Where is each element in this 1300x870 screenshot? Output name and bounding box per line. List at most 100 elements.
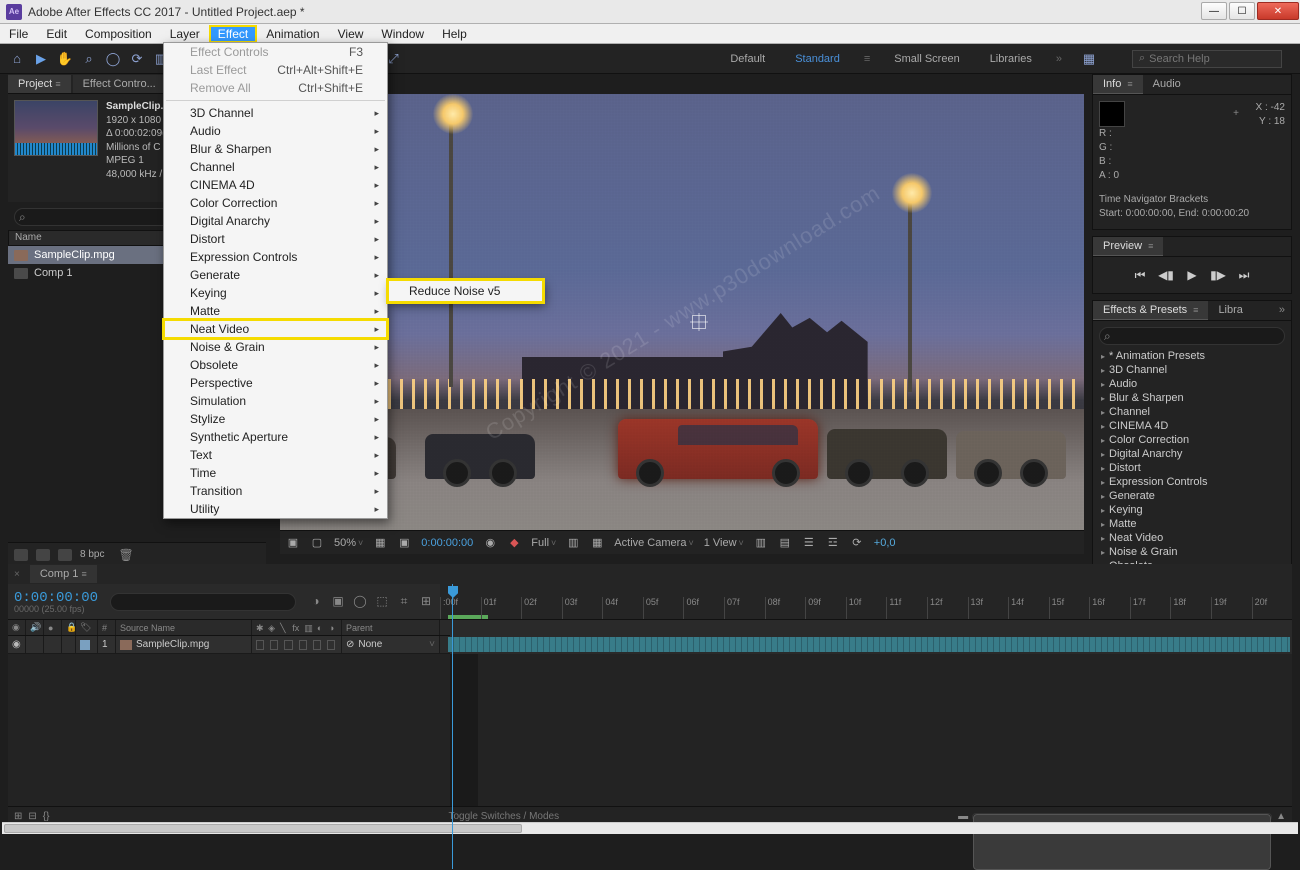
timeline-zoom-slider[interactable] — [972, 813, 1272, 821]
col-parent[interactable]: Parent — [342, 620, 440, 635]
effect-menu-channel[interactable]: Channel — [164, 158, 387, 176]
tab-info[interactable]: Info≡ — [1093, 75, 1143, 94]
clip-thumbnail[interactable] — [14, 100, 98, 156]
fast-preview-icon[interactable]: ▤ — [778, 536, 792, 550]
toggle-switches-label[interactable]: Toggle Switches / Modes — [49, 811, 958, 822]
channel-icon[interactable]: ◆ — [507, 536, 521, 550]
tab-libraries[interactable]: Libra — [1208, 301, 1252, 320]
zoom-dropdown[interactable]: 50% — [334, 537, 363, 549]
effect-menu-last-effect[interactable]: Last EffectCtrl+Alt+Shift+E — [164, 61, 387, 79]
effect-menu-cinema-4d[interactable]: CINEMA 4D — [164, 176, 387, 194]
timeline-close-tab[interactable]: × — [8, 566, 26, 583]
effect-menu-remove-all[interactable]: Remove AllCtrl+Shift+E — [164, 79, 387, 97]
rotate-tool-icon[interactable]: ⟳ — [128, 50, 146, 68]
effect-menu-effect-controls[interactable]: Effect ControlsF3 — [164, 43, 387, 61]
effects-category-cinema-4d[interactable]: CINEMA 4D — [1093, 419, 1291, 433]
new-folder-icon[interactable] — [36, 549, 50, 561]
resolution-dropdown[interactable]: Full — [531, 537, 556, 549]
effects-category-channel[interactable]: Channel — [1093, 405, 1291, 419]
layer-switches[interactable] — [252, 636, 342, 653]
roi-icon[interactable]: ▣ — [397, 536, 411, 550]
effects-category-neat-video[interactable]: Neat Video — [1093, 531, 1291, 545]
effect-menu-matte[interactable]: Matte — [164, 302, 387, 320]
effect-menu-synthetic-aperture[interactable]: Synthetic Aperture — [164, 428, 387, 446]
effect-menu-obsolete[interactable]: Obsolete — [164, 356, 387, 374]
layer-name[interactable]: SampleClip.mpg — [116, 636, 252, 653]
workspace-small[interactable]: Small Screen — [888, 51, 965, 67]
layer-solo-toggle[interactable] — [44, 636, 62, 653]
hand-tool-icon[interactable]: ✋ — [56, 50, 74, 68]
effects-category-digital-anarchy[interactable]: Digital Anarchy — [1093, 447, 1291, 461]
effect-menu-transition[interactable]: Transition — [164, 482, 387, 500]
tab-audio[interactable]: Audio — [1143, 75, 1191, 94]
effect-menu-simulation[interactable]: Simulation — [164, 392, 387, 410]
close-button[interactable]: ✕ — [1257, 2, 1299, 20]
menu-animation[interactable]: Animation — [257, 25, 328, 43]
effects-category-distort[interactable]: Distort — [1093, 461, 1291, 475]
menu-effect[interactable]: Effect — [209, 25, 257, 43]
workspace-libraries[interactable]: Libraries — [984, 51, 1038, 67]
window-horizontal-scrollbar[interactable] — [2, 822, 1298, 834]
camera-dropdown[interactable]: Active Camera — [614, 537, 693, 549]
layer-video-toggle[interactable] — [8, 636, 26, 653]
viewer-timecode[interactable]: 0:00:00:00 — [421, 537, 473, 549]
menu-window[interactable]: Window — [372, 25, 433, 43]
home-icon[interactable]: ⌂ — [8, 50, 26, 68]
effects-category-blur-sharpen[interactable]: Blur & Sharpen — [1093, 391, 1291, 405]
layer-color[interactable] — [76, 636, 98, 653]
tl-foot-icon3[interactable]: {} — [43, 811, 50, 822]
col-video[interactable]: ◉ — [8, 620, 26, 635]
tl-opt-5-icon[interactable]: ⌗ — [396, 594, 412, 609]
trash-icon[interactable]: 🗑 — [118, 548, 133, 562]
tl-opt-6-icon[interactable]: ⊞ — [418, 594, 434, 609]
interpret-footage-icon[interactable] — [14, 549, 28, 561]
effect-menu-stylize[interactable]: Stylize — [164, 410, 387, 428]
layer-parent-dropdown[interactable]: ⊘None ˅ — [342, 636, 440, 653]
menu-view[interactable]: View — [329, 25, 373, 43]
transparency-grid-icon[interactable]: ▢ — [310, 536, 324, 550]
effect-menu-utility[interactable]: Utility — [164, 500, 387, 518]
maximize-button[interactable]: ☐ — [1229, 2, 1255, 20]
effect-menu-audio[interactable]: Audio — [164, 122, 387, 140]
timeline-icon[interactable]: ☰ — [802, 536, 816, 550]
search-help-input[interactable]: ⌕ Search Help — [1132, 50, 1282, 68]
last-frame-button[interactable]: ⏭ — [1236, 268, 1252, 283]
effect-menu-expression-controls[interactable]: Expression Controls — [164, 248, 387, 266]
reset-exposure-icon[interactable]: ⟳ — [850, 536, 864, 550]
new-comp-icon[interactable] — [58, 549, 72, 561]
3d-view-icon[interactable]: ▥ — [566, 536, 580, 550]
effects-category-matte[interactable]: Matte — [1093, 517, 1291, 531]
orbit-tool-icon[interactable]: ◯ — [104, 50, 122, 68]
resolution-icon[interactable]: ▦ — [373, 536, 387, 550]
effects-category-keying[interactable]: Keying — [1093, 503, 1291, 517]
tl-opt-3-icon[interactable]: ◯ — [352, 594, 368, 609]
exposure-value[interactable]: +0,0 — [874, 537, 896, 549]
workspace-standard[interactable]: Standard — [789, 51, 846, 67]
col-audio[interactable]: 🔊 — [26, 620, 44, 635]
layer-audio-toggle[interactable] — [26, 636, 44, 653]
layer-clip-bar[interactable] — [448, 637, 1290, 652]
effect-menu-perspective[interactable]: Perspective — [164, 374, 387, 392]
timeline-empty-area[interactable] — [8, 654, 1292, 806]
effect-menu-color-correction[interactable]: Color Correction — [164, 194, 387, 212]
timeline-tab-comp1[interactable]: Comp 1 ≡ — [30, 565, 97, 583]
effect-menu-3d-channel[interactable]: 3D Channel — [164, 104, 387, 122]
tab-project[interactable]: Project ≡ — [8, 75, 71, 93]
views-dropdown[interactable]: 1 View — [704, 537, 744, 549]
snapshot-icon[interactable]: ◉ — [483, 536, 497, 550]
tl-opt-1-icon[interactable]: ◑ — [308, 594, 324, 609]
effect-menu-noise-grain[interactable]: Noise & Grain — [164, 338, 387, 356]
menu-layer[interactable]: Layer — [161, 25, 209, 43]
timeline-search-input[interactable] — [110, 593, 296, 611]
timeline-ruler[interactable]: :00f01f02f03f04f05f06f07f08f09f10f11f12f… — [440, 584, 1292, 619]
col-switches[interactable]: ✱◈╲fx▥◐◑ — [252, 620, 342, 635]
effects-category-expression-controls[interactable]: Expression Controls — [1093, 475, 1291, 489]
tab-effects-presets[interactable]: Effects & Presets≡ — [1093, 301, 1208, 320]
effects-category-generate[interactable]: Generate — [1093, 489, 1291, 503]
workspace-default[interactable]: Default — [724, 51, 771, 67]
project-bpc[interactable]: 8 bpc — [80, 549, 104, 560]
next-frame-button[interactable]: ▮▶ — [1210, 268, 1226, 282]
prev-frame-button[interactable]: ◀▮ — [1158, 268, 1174, 282]
effects-category--animation-presets[interactable]: * Animation Presets — [1093, 349, 1291, 363]
effects-category-noise-grain[interactable]: Noise & Grain — [1093, 545, 1291, 559]
